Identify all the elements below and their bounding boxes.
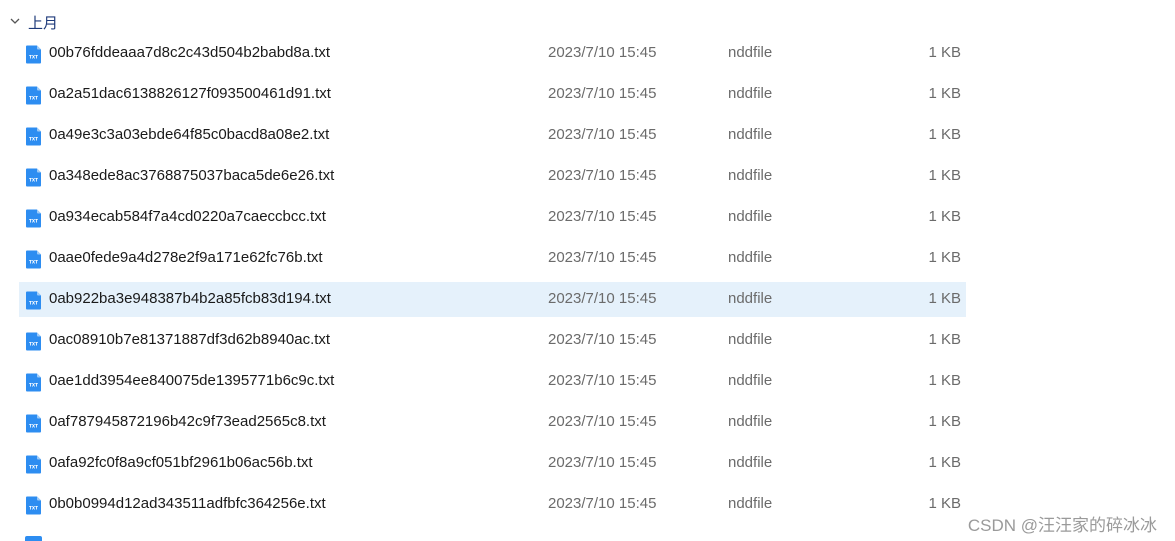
file-size: 1 KB — [928, 290, 961, 307]
txt-file-icon: TXT — [26, 250, 41, 269]
file-name: 0aae0fede9a4d278e2f9a171e62fc76b.txt — [49, 249, 323, 266]
svg-text:TXT: TXT — [29, 96, 38, 101]
file-type: nddfile — [728, 372, 773, 389]
txt-file-icon: TXT — [26, 332, 41, 351]
file-row[interactable]: TXT 00b76fddeaaa7d8c2c43d504b2babd8a.txt 2… — [19, 36, 966, 71]
txt-file-icon: TXT — [26, 291, 41, 310]
svg-text:TXT: TXT — [29, 506, 38, 511]
file-type: nddfile — [728, 208, 773, 225]
chevron-down-icon[interactable] — [8, 14, 22, 28]
group-header-last-month[interactable]: 上月 — [0, 8, 400, 34]
file-date: 2023/7/10 15:45 — [548, 167, 657, 184]
file-icon-partial — [25, 536, 42, 541]
file-type: nddfile — [728, 454, 773, 471]
watermark: CSDN @汪汪家的碎冰冰 — [967, 516, 1157, 535]
file-size: 1 KB — [928, 454, 961, 471]
file-size: 1 KB — [928, 167, 961, 184]
file-type: nddfile — [728, 44, 773, 61]
file-type: nddfile — [728, 167, 773, 184]
file-size: 1 KB — [928, 44, 961, 61]
file-date: 2023/7/10 15:45 — [548, 372, 657, 389]
file-name: 0af787945872196b42c9f73ead2565c8.txt — [49, 413, 326, 430]
file-row[interactable]: TXT 0a348ede8ac3768875037baca5de6e26.txt 2… — [19, 159, 966, 194]
file-row[interactable]: TXT 0aae0fede9a4d278e2f9a171e62fc76b.txt 2… — [19, 241, 966, 276]
txt-file-icon: TXT — [26, 45, 41, 64]
file-date: 2023/7/10 15:45 — [548, 454, 657, 471]
file-size: 1 KB — [928, 413, 961, 430]
file-date: 2023/7/10 15:45 — [548, 331, 657, 348]
file-list: TXT 00b76fddeaaa7d8c2c43d504b2babd8a.txt 2… — [0, 36, 1175, 528]
svg-text:TXT: TXT — [29, 342, 38, 347]
svg-text:TXT: TXT — [29, 465, 38, 470]
file-row[interactable]: TXT 0a2a51dac6138826127f093500461d91.txt 2… — [19, 77, 966, 112]
svg-text:TXT: TXT — [29, 424, 38, 429]
file-size: 1 KB — [928, 249, 961, 266]
svg-text:TXT: TXT — [29, 137, 38, 142]
file-name: 0b0b0994d12ad343511adfbfc364256e.txt — [49, 495, 326, 512]
file-name: 0a348ede8ac3768875037baca5de6e26.txt — [49, 167, 335, 184]
svg-text:TXT: TXT — [29, 301, 38, 306]
group-label: 上月 — [28, 15, 59, 32]
file-name: 00b76fddeaaa7d8c2c43d504b2babd8a.txt — [49, 44, 331, 61]
file-type: nddfile — [728, 290, 773, 307]
file-date: 2023/7/10 15:45 — [548, 85, 657, 102]
file-row[interactable]: TXT 0a934ecab584f7a4cd0220a7caeccbcc.txt 2… — [19, 200, 966, 235]
file-name: 0a49e3c3a03ebde64f85c0bacd8a08e2.txt — [49, 126, 330, 143]
file-date: 2023/7/10 15:45 — [548, 126, 657, 143]
txt-file-icon: TXT — [26, 127, 41, 146]
file-row[interactable]: TXT 0a49e3c3a03ebde64f85c0bacd8a08e2.txt 2… — [19, 118, 966, 153]
file-type: nddfile — [728, 413, 773, 430]
file-size: 1 KB — [928, 126, 961, 143]
file-name: 0ab922ba3e948387b4b2a85fcb83d194.txt — [49, 290, 331, 307]
file-row[interactable]: TXT 0ab922ba3e948387b4b2a85fcb83d194.txt 2… — [19, 282, 966, 317]
file-type: nddfile — [728, 126, 773, 143]
txt-file-icon: TXT — [26, 86, 41, 105]
file-date: 2023/7/10 15:45 — [548, 44, 657, 61]
file-name: 0a2a51dac6138826127f093500461d91.txt — [49, 85, 331, 102]
file-row[interactable]: TXT 0af787945872196b42c9f73ead2565c8.txt 2… — [19, 405, 966, 440]
file-size: 1 KB — [928, 331, 961, 348]
svg-text:TXT: TXT — [29, 383, 38, 388]
file-name: 0a934ecab584f7a4cd0220a7caeccbcc.txt — [49, 208, 326, 225]
file-row[interactable]: TXT 0b0b0994d12ad343511adfbfc364256e.txt 2… — [19, 487, 966, 522]
file-name: 0ae1dd3954ee840075de1395771b6c9c.txt — [49, 372, 335, 389]
file-size: 1 KB — [928, 372, 961, 389]
svg-text:TXT: TXT — [29, 260, 38, 265]
svg-text:TXT: TXT — [29, 178, 38, 183]
svg-text:TXT: TXT — [29, 219, 38, 224]
file-type: nddfile — [728, 249, 773, 266]
txt-file-icon: TXT — [26, 455, 41, 474]
file-row[interactable]: TXT 0ae1dd3954ee840075de1395771b6c9c.txt 2… — [19, 364, 966, 399]
file-row[interactable]: TXT 0afa92fc0f8a9cf051bf2961b06ac56b.txt 2… — [19, 446, 966, 481]
file-date: 2023/7/10 15:45 — [548, 290, 657, 307]
file-type: nddfile — [728, 85, 773, 102]
file-size: 1 KB — [928, 85, 961, 102]
file-name: 0afa92fc0f8a9cf051bf2961b06ac56b.txt — [49, 454, 313, 471]
txt-file-icon: TXT — [26, 168, 41, 187]
file-row[interactable]: TXT 0ac08910b7e81371887df3d62b8940ac.txt 2… — [19, 323, 966, 358]
txt-file-icon: TXT — [26, 373, 41, 392]
txt-file-icon: TXT — [26, 209, 41, 228]
file-name: 0ac08910b7e81371887df3d62b8940ac.txt — [49, 331, 331, 348]
file-date: 2023/7/10 15:45 — [548, 208, 657, 225]
file-type: nddfile — [728, 331, 773, 348]
file-date: 2023/7/10 15:45 — [548, 413, 657, 430]
file-size: 1 KB — [928, 495, 961, 512]
txt-file-icon: TXT — [26, 496, 41, 515]
file-type: nddfile — [728, 495, 773, 512]
file-date: 2023/7/10 15:45 — [548, 249, 657, 266]
txt-file-icon: TXT — [26, 414, 41, 433]
svg-text:TXT: TXT — [29, 55, 38, 60]
file-date: 2023/7/10 15:45 — [548, 495, 657, 512]
file-size: 1 KB — [928, 208, 961, 225]
